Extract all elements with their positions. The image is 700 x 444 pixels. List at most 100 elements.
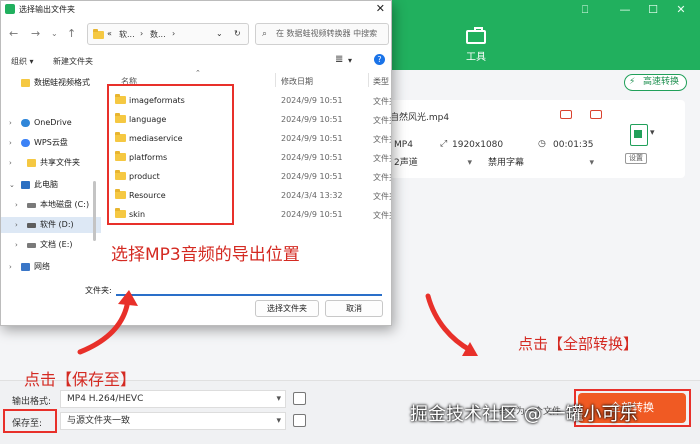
cancel-button[interactable]: 取消: [325, 300, 383, 317]
file-date: 2024/9/9 10:51: [281, 172, 343, 181]
nav-item-wps-cloud[interactable]: › WPS云盘: [1, 135, 101, 151]
fast-convert-button[interactable]: 高速转换: [624, 74, 687, 91]
address-bar[interactable]: « 软... › 数... › ⌄ ↻: [87, 23, 249, 45]
command-bar: 组织 ▾ 新建文件夹 ≣ ▾: [1, 53, 391, 69]
annotation-click-save-to: 点击【保存至】: [24, 370, 137, 389]
file-type: 文件夹: [373, 116, 391, 125]
settings-label: 设置: [629, 154, 643, 162]
nav-item-drive-c[interactable]: › 本地磁盘 (C:): [1, 197, 101, 213]
app-icon: [5, 4, 15, 14]
crop-icon[interactable]: [590, 110, 602, 119]
folder-icon: [27, 159, 36, 167]
output-format-value: MP4 H.264/HEVC: [67, 394, 144, 404]
output-settings-icon[interactable]: [293, 392, 306, 405]
chevron-down-icon[interactable]: ⌄: [216, 29, 223, 38]
file-date: 2024/9/9 10:51: [281, 134, 343, 143]
tab-toolbox[interactable]: 工具: [458, 27, 494, 63]
nav-item-label: 网络: [34, 262, 50, 271]
audio-track-select[interactable]: 2声道: [394, 156, 474, 170]
tab-toolbox-label: 工具: [466, 52, 486, 63]
chevron-right-icon[interactable]: ›: [9, 115, 12, 131]
chevron-right-icon[interactable]: ›: [9, 155, 12, 171]
chevron-right-icon[interactable]: ›: [9, 259, 12, 275]
nav-item-drive-d[interactable]: › 软件 (D:): [1, 217, 101, 233]
cloud-icon: [21, 139, 30, 147]
back-icon[interactable]: ←: [9, 27, 18, 40]
file-type: 文件夹: [373, 211, 391, 220]
chevron-down-icon[interactable]: ⌄: [9, 177, 15, 193]
nav-item-label: 共享文件夹: [40, 158, 80, 167]
output-format-label: 输出格式:: [12, 397, 52, 407]
navigation-row: ← → ⌄ ↑ « 软... › 数... › ⌄ ↻ 在 数据蛙视频转换器 中…: [1, 21, 391, 47]
drive-icon: [27, 223, 36, 228]
cancel-label: 取消: [346, 304, 362, 313]
format-icon[interactable]: [630, 124, 648, 146]
nav-item-label: 软件 (D:): [40, 220, 74, 229]
dialog-title: 选择输出文件夹: [19, 5, 75, 14]
breadcrumb-sep: ›: [140, 29, 144, 38]
organize-button[interactable]: 组织 ▾: [11, 56, 34, 67]
maximize-button[interactable]: ☐: [643, 3, 663, 16]
column-header-type[interactable]: 类型: [373, 76, 389, 87]
file-resolution: 1920x1080: [452, 140, 504, 150]
chevron-right-icon[interactable]: ›: [15, 217, 18, 233]
folder-input[interactable]: [116, 280, 382, 296]
save-to-select[interactable]: 与源文件夹一致: [60, 412, 286, 430]
drive-icon: [27, 203, 36, 208]
subtitle-select[interactable]: 禁用字幕: [488, 156, 596, 170]
navigation-pane: 数据蛙视频格式 › OneDrive › WPS云盘 › 共享文件夹 ⌄ 此电脑…: [1, 71, 101, 273]
breadcrumb-more[interactable]: «: [107, 29, 112, 38]
nav-item-network[interactable]: › 网络: [1, 259, 101, 275]
close-app-button[interactable]: ✕: [671, 3, 691, 16]
folder-icon: [93, 29, 104, 39]
nav-item-label: WPS云盘: [34, 138, 68, 147]
folder-label: 文件夹:: [85, 286, 112, 295]
file-type: 文件夹: [373, 97, 391, 106]
nav-item-this-pc[interactable]: ⌄ 此电脑: [1, 177, 101, 193]
refresh-icon[interactable]: ↻: [234, 29, 241, 38]
nav-pane-scrollbar[interactable]: [93, 181, 96, 241]
nav-item-shared-folder[interactable]: › 共享文件夹: [1, 155, 101, 171]
search-input[interactable]: 在 数据蛙视频转换器 中搜索: [255, 23, 389, 45]
nav-item-drive-e[interactable]: › 文档 (E:): [1, 237, 101, 253]
new-folder-button[interactable]: 新建文件夹: [53, 56, 93, 67]
up-icon[interactable]: ↑: [67, 27, 76, 40]
clock-icon: ◷: [538, 139, 546, 149]
nav-item-label: 此电脑: [34, 180, 58, 189]
breadcrumb-item[interactable]: 软...: [119, 29, 135, 40]
forward-icon[interactable]: →: [31, 27, 40, 40]
toolbox-icon: [466, 27, 486, 44]
chevron-right-icon[interactable]: ›: [15, 237, 18, 253]
help-icon[interactable]: ?: [374, 54, 385, 65]
breadcrumb-item[interactable]: 数...: [150, 29, 166, 40]
minimize-button[interactable]: —: [615, 3, 635, 16]
column-divider[interactable]: [368, 73, 369, 87]
nav-item-app-folder[interactable]: 数据蛙视频格式: [1, 75, 101, 91]
nav-item-onedrive[interactable]: › OneDrive: [1, 115, 101, 131]
output-format-select[interactable]: MP4 H.264/HEVC: [60, 390, 286, 408]
view-options-icon[interactable]: ≣: [335, 54, 343, 65]
dialog-title-bar: 选择输出文件夹 ✕: [1, 1, 391, 17]
file-date: 2024/3/4 13:32: [281, 191, 343, 200]
sort-up-icon: ⌃: [195, 69, 201, 77]
select-folder-label: 选择文件夹: [267, 304, 307, 313]
file-date: 2024/9/9 10:51: [281, 96, 343, 105]
nav-item-label: 文档 (E:): [40, 240, 73, 249]
file-type: 文件夹: [373, 154, 391, 163]
chevron-right-icon[interactable]: ›: [15, 197, 18, 213]
settings-button[interactable]: 设置: [625, 153, 647, 164]
chevron-right-icon[interactable]: ›: [9, 135, 12, 151]
open-folder-icon[interactable]: [293, 414, 306, 427]
chevron-down-icon[interactable]: ⌄: [51, 29, 58, 38]
select-folder-button[interactable]: 选择文件夹: [255, 300, 319, 317]
edit-icon[interactable]: [560, 110, 572, 119]
column-divider[interactable]: [275, 73, 276, 87]
save-to-highlight-box: [3, 409, 57, 433]
chevron-down-icon[interactable]: ▾: [348, 56, 352, 65]
search-placeholder: 在 数据蛙视频转换器 中搜索: [276, 29, 378, 38]
skin-icon[interactable]: ⎕: [575, 3, 595, 17]
breadcrumb-sep: ›: [172, 29, 176, 38]
chevron-down-icon[interactable]: ▾: [650, 128, 655, 138]
close-icon[interactable]: ✕: [376, 2, 385, 15]
column-header-modified[interactable]: 修改日期: [281, 76, 313, 87]
